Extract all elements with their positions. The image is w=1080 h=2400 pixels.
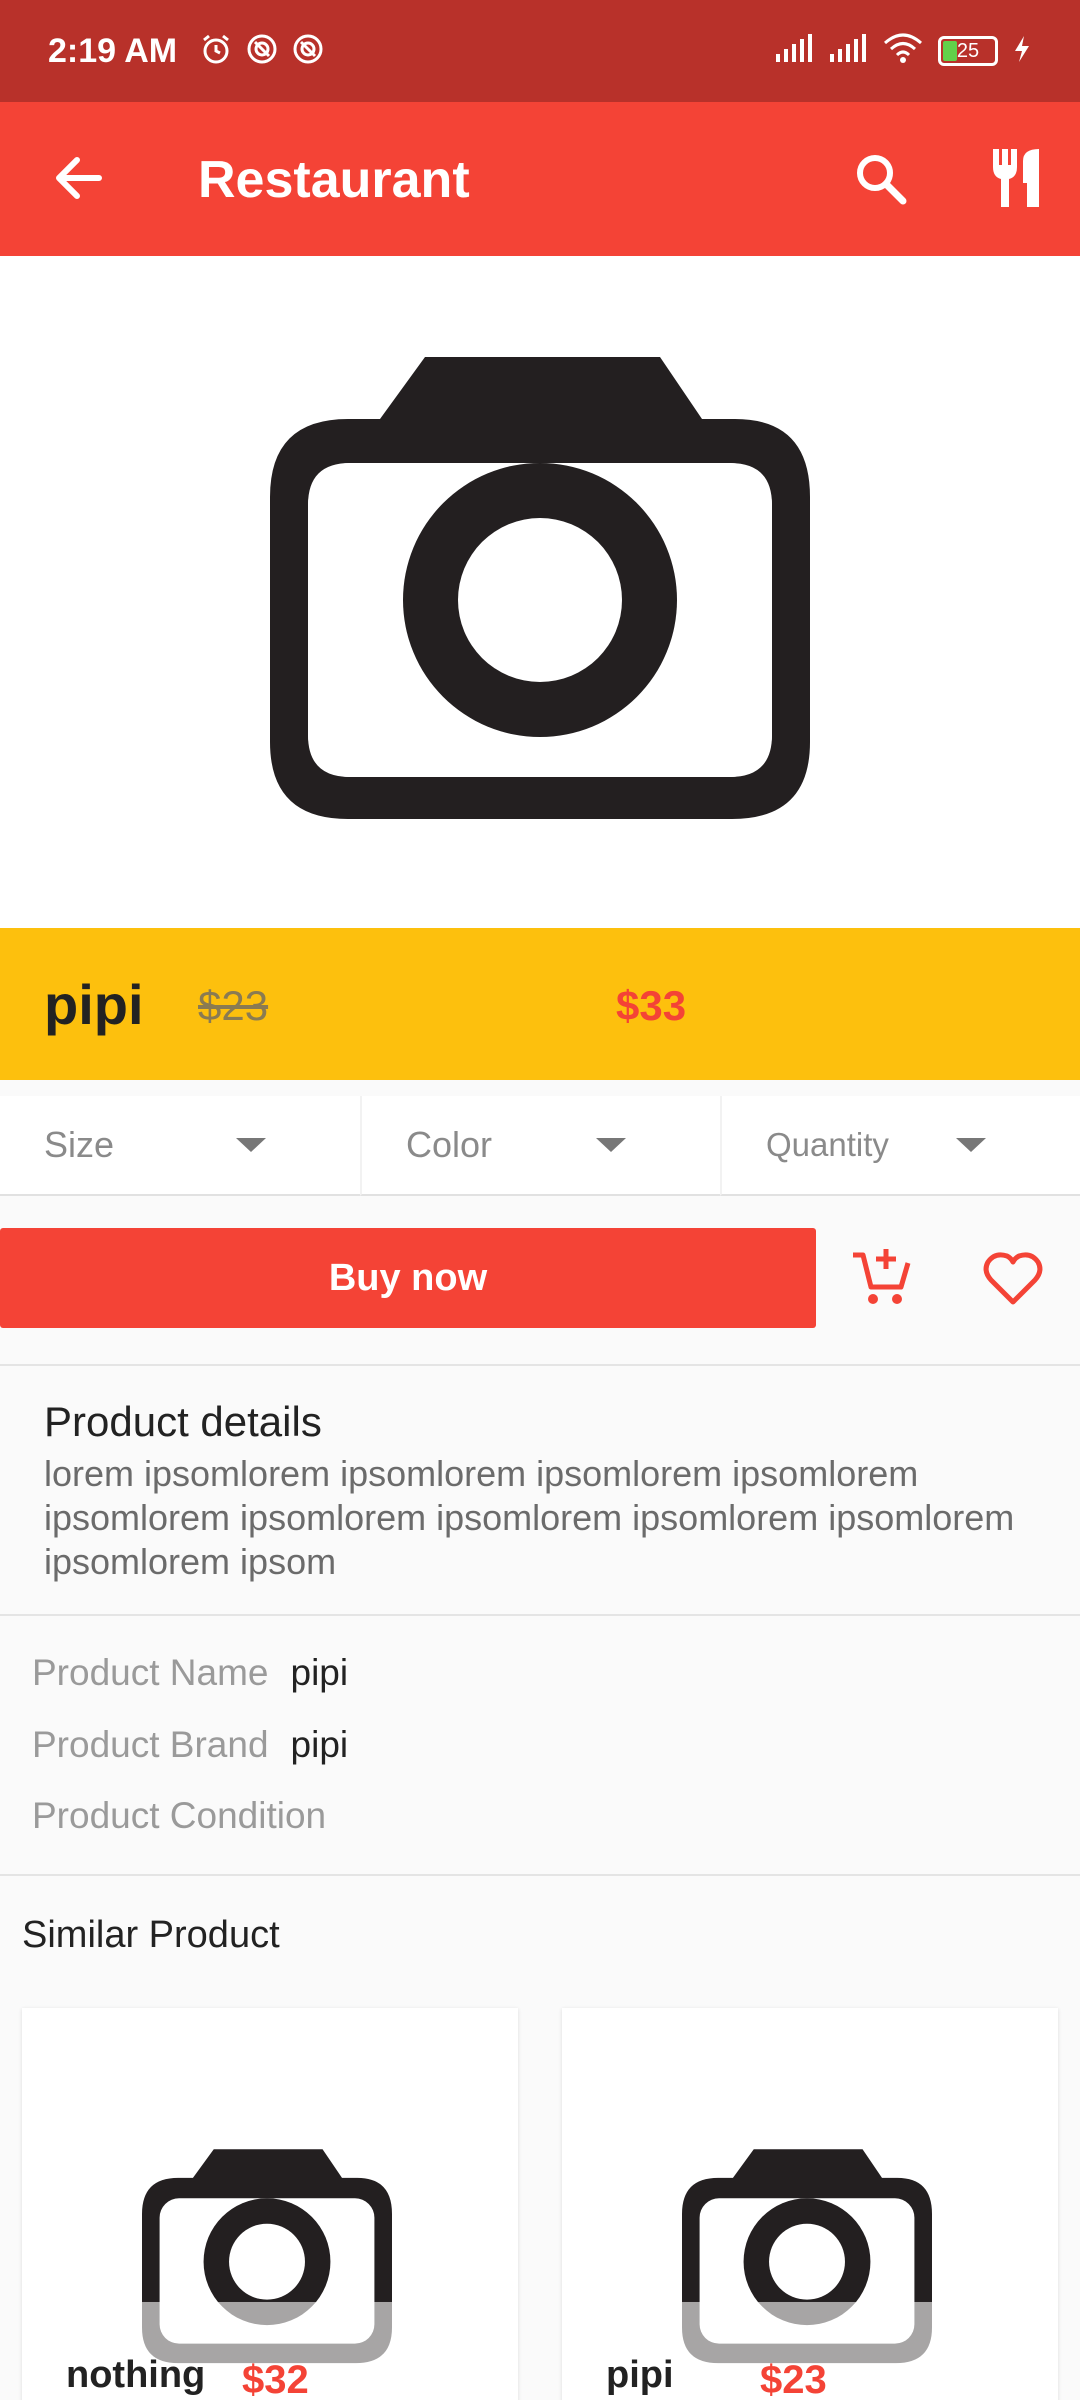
camera-icon	[142, 2149, 392, 2367]
heart-icon[interactable]	[980, 1246, 1046, 1312]
camera-icon	[270, 357, 810, 819]
charging-icon	[1012, 34, 1032, 69]
card-price: $23	[760, 2358, 827, 2400]
vpn-icon	[245, 32, 279, 71]
spec-label: Product Name	[32, 1652, 269, 1693]
details-text: lorem ipsomlorem ipsomlorem ipsomlorem i…	[44, 1453, 1015, 1582]
option-selectors: Size Color Quantity	[0, 1096, 1080, 1196]
size-dropdown[interactable]: Size	[0, 1096, 360, 1196]
spec-label: Product Condition	[32, 1795, 327, 1836]
quantity-label: Quantity	[766, 1126, 889, 1163]
search-icon[interactable]	[846, 144, 916, 214]
color-dropdown[interactable]: Color	[360, 1096, 720, 1196]
card-price: $32	[242, 2358, 309, 2400]
size-label: Size	[44, 1124, 115, 1165]
divider	[0, 1874, 1080, 1876]
chevron-down-icon	[596, 1138, 626, 1152]
wifi-icon	[882, 33, 924, 70]
spec-row-name: Product Name pipi	[32, 1652, 348, 1694]
alarm-icon	[199, 32, 233, 71]
color-label: Color	[406, 1124, 493, 1165]
spec-label: Product Brand	[32, 1724, 269, 1765]
add-to-cart-icon[interactable]	[848, 1244, 914, 1310]
card-name: pipi	[606, 2354, 674, 2396]
card-name: nothing	[66, 2354, 206, 2396]
old-price: $23	[198, 982, 269, 1029]
back-arrow-icon[interactable]	[46, 146, 110, 210]
spec-row-brand: Product Brand pipi	[32, 1724, 348, 1766]
app-bar: Restaurant	[0, 102, 1080, 256]
new-price: $33	[616, 982, 687, 1029]
chevron-down-icon	[236, 1138, 266, 1152]
product-image	[0, 256, 1080, 928]
camera-icon	[682, 2149, 932, 2367]
spec-row-condition: Product Condition	[32, 1795, 348, 1837]
buy-now-button[interactable]: Buy now	[0, 1228, 816, 1328]
status-bar: 2:19 AM 25	[0, 0, 1080, 102]
divider	[0, 1614, 1080, 1616]
spec-value: pipi	[290, 1724, 349, 1765]
similar-product-card[interactable]: pipi $23	[562, 2008, 1058, 2400]
similar-product-card[interactable]: nothing $32	[22, 2008, 518, 2400]
signal-icon	[828, 33, 868, 69]
quantity-dropdown[interactable]: Quantity	[720, 1096, 1080, 1196]
details-title: Product details	[44, 1398, 322, 1445]
spec-value: pipi	[290, 1652, 349, 1693]
product-name: pipi	[44, 973, 144, 1036]
divider	[0, 1364, 1080, 1366]
similar-title: Similar Product	[22, 1914, 280, 1956]
chevron-down-icon	[956, 1138, 986, 1152]
status-time: 2:19 AM	[48, 31, 178, 70]
signal-icon	[774, 33, 814, 69]
page-title: Restaurant	[198, 151, 470, 209]
battery-icon: 25	[938, 36, 998, 66]
battery-level: 25	[956, 39, 980, 62]
buy-row: Buy now	[0, 1228, 1080, 1328]
fork-knife-icon[interactable]	[982, 144, 1052, 214]
price-strip: pipi $23 $33	[0, 928, 1080, 1080]
sync-icon	[291, 32, 325, 71]
